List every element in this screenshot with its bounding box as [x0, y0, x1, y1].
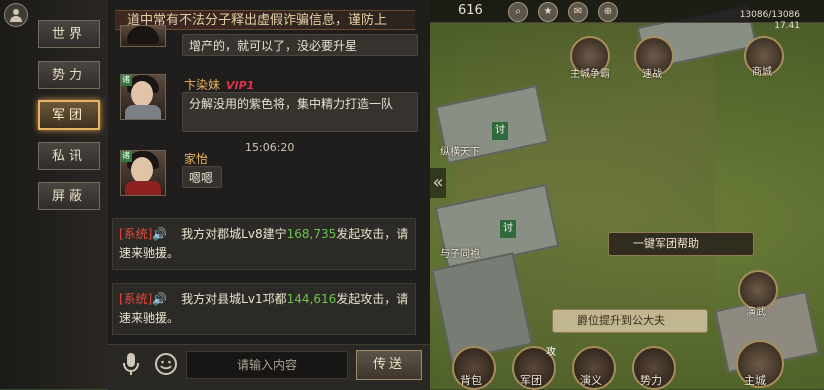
system-tag: [系统] [119, 292, 153, 306]
map-label-zongheng[interactable]: 纵横天下 [440, 143, 480, 158]
city-tag[interactable]: 讨 [492, 122, 508, 140]
timestamp: 15:06:20 [245, 141, 295, 154]
resource-value: 13086/13086 [739, 10, 800, 20]
tab-private[interactable]: 私讯 [38, 142, 100, 170]
system-text: 我方对县城Lv1邛都 [181, 292, 287, 306]
emoji-icon[interactable] [154, 352, 178, 376]
system-message: [系统]🔊 我方对郡城Lv8建宁168,735发起攻击，请速来驰援。 [112, 218, 416, 270]
quick-battle-label: 速战 [642, 69, 662, 80]
vip-badge: VIP1 [226, 79, 255, 92]
star-icon[interactable]: ★ [538, 2, 558, 22]
tab-legion[interactable]: 军团 [38, 100, 100, 130]
send-button[interactable]: 传送 [356, 350, 422, 380]
chat-input[interactable]: 请输入内容 [186, 351, 348, 379]
city-battle-label: 主城争霸 [570, 69, 610, 80]
sender-name[interactable]: 卞染妹 VIP1 [184, 76, 254, 93]
collapse-chat-button[interactable]: « [430, 168, 446, 198]
shop-label: 商城 [752, 67, 772, 78]
avatar[interactable] [4, 3, 28, 27]
speaker-icon: 🔊 [152, 292, 168, 306]
tab-block[interactable]: 屏蔽 [38, 182, 100, 210]
chat-message: 分解没用的紫色将，集中精力打造一队 [182, 92, 418, 132]
attack-badge: 攻 [546, 347, 556, 358]
coordinate-readout: 616 [458, 3, 483, 18]
coordinate-link[interactable]: 144,616 [287, 292, 337, 306]
chat-message: 嗯嗯 [182, 166, 222, 188]
system-text: 我方对郡城Lv8建宁 [181, 227, 287, 241]
badge: 诸 [121, 75, 132, 86]
city-tag[interactable]: 讨 [500, 220, 516, 238]
tab-faction[interactable]: 势力 [38, 61, 100, 89]
user-icon [10, 9, 22, 22]
system-message: [系统]🔊 我方对县城Lv1邛都144,616发起攻击，请速来驰援。 [112, 283, 416, 335]
map-label-yuzitongpao[interactable]: 与子同袍 [440, 245, 480, 260]
resource-readout: 13086/13086 17.41 [740, 10, 800, 32]
tab-world[interactable]: 世界 [38, 20, 100, 48]
avatar[interactable]: 诸 [120, 150, 166, 196]
microphone-icon[interactable] [122, 352, 140, 376]
avatar[interactable]: 诸 [120, 74, 166, 120]
rank-up-banner[interactable]: 爵位提升到公大夫 [552, 309, 708, 333]
legion-help-button[interactable]: 一键军团帮助 [608, 232, 754, 256]
zoom-icon[interactable]: ⊕ [598, 2, 618, 22]
coordinate-link[interactable]: 168,735 [287, 227, 337, 241]
nav-faction-label: 势力 [640, 374, 662, 387]
nav-bag-label: 背包 [460, 374, 482, 387]
main-city-label: 主城 [744, 374, 766, 387]
system-tag: [系统] [119, 227, 153, 241]
nav-story-label: 演义 [580, 374, 602, 387]
nav-legion-label: 军团 [520, 374, 542, 387]
badge: 诸 [121, 151, 132, 162]
avatar[interactable] [120, 25, 166, 47]
search-icon[interactable]: ⌕ [508, 2, 528, 22]
chat-message: 增产的，就可以了，没必要升星 [182, 34, 418, 56]
sender-name[interactable]: 家怡 [184, 150, 208, 167]
resource-rate: 17.41 [774, 21, 800, 31]
speaker-icon: 🔊 [152, 227, 168, 241]
mail-icon[interactable]: ✉ [568, 2, 588, 22]
drill-label: 演武 [746, 307, 766, 318]
